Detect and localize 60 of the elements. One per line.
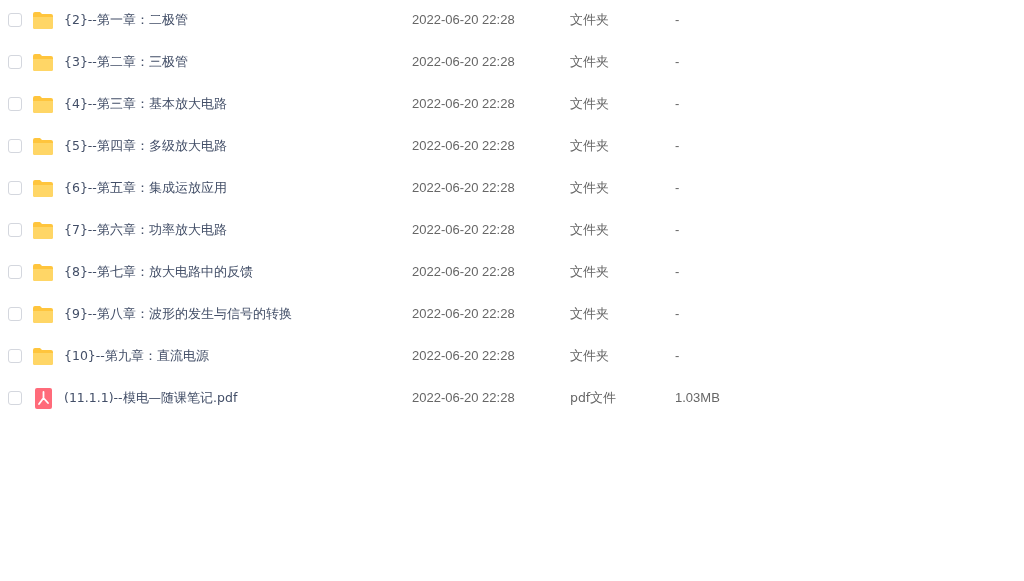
file-type: pdf文件 (570, 388, 618, 407)
file-size: 1.03MB (675, 389, 720, 408)
modified-date: 2022-06-20 22:28 (412, 221, 516, 240)
file-name[interactable]: {6}--第五章：集成运放应用 (64, 178, 412, 198)
file-size: - (675, 53, 680, 72)
modified-date: 2022-06-20 22:28 (412, 263, 516, 282)
checkbox[interactable] (8, 181, 22, 195)
checkbox[interactable] (8, 55, 22, 69)
file-name[interactable]: {10}--第九章：直流电源 (64, 346, 412, 366)
folder-icon (32, 346, 54, 366)
file-size: - (675, 221, 680, 240)
file-type: 文件夹 (570, 52, 610, 71)
checkbox[interactable] (8, 349, 22, 363)
checkbox[interactable] (8, 97, 22, 111)
folder-icon (32, 52, 54, 72)
pdf-file-icon (34, 387, 52, 409)
file-size: - (675, 179, 680, 198)
modified-date: 2022-06-20 22:28 (412, 179, 516, 198)
folder-icon (32, 10, 54, 30)
file-size: - (675, 95, 680, 114)
modified-date: 2022-06-20 22:28 (412, 347, 516, 366)
folder-icon (32, 178, 54, 198)
modified-date: 2022-06-20 22:28 (412, 305, 516, 324)
checkbox[interactable] (8, 265, 22, 279)
file-name[interactable]: {5}--第四章：多级放大电路 (64, 136, 412, 156)
file-size: - (675, 263, 680, 282)
file-type: 文件夹 (570, 10, 610, 29)
folder-icon (32, 136, 54, 156)
modified-date: 2022-06-20 22:28 (412, 11, 516, 30)
checkbox[interactable] (8, 13, 22, 27)
folder-icon (32, 94, 54, 114)
file-type: 文件夹 (570, 178, 610, 197)
file-size: - (675, 11, 680, 30)
file-type: 文件夹 (570, 304, 610, 323)
checkbox[interactable] (8, 139, 22, 153)
file-name[interactable]: {2}--第一章：二极管 (64, 10, 412, 30)
checkbox[interactable] (8, 307, 22, 321)
checkbox[interactable] (8, 391, 22, 405)
file-type: 文件夹 (570, 262, 610, 281)
modified-date: 2022-06-20 22:28 (412, 53, 516, 72)
file-type: 文件夹 (570, 136, 610, 155)
folder-icon (32, 304, 54, 324)
file-type: 文件夹 (570, 220, 610, 239)
file-type: 文件夹 (570, 346, 610, 365)
checkbox[interactable] (8, 223, 22, 237)
file-name[interactable]: {8}--第七章：放大电路中的反馈 (64, 262, 412, 282)
modified-date: 2022-06-20 22:28 (412, 137, 516, 156)
file-name[interactable]: {9}--第八章：波形的发生与信号的转换 (64, 304, 412, 324)
modified-date: 2022-06-20 22:28 (412, 95, 516, 114)
file-type: 文件夹 (570, 94, 610, 113)
file-size: - (675, 137, 680, 156)
folder-icon (32, 262, 54, 282)
folder-icon (32, 220, 54, 240)
modified-date: 2022-06-20 22:28 (412, 389, 516, 408)
file-name[interactable]: {3}--第二章：三极管 (64, 52, 412, 72)
file-size: - (675, 305, 680, 324)
file-size: - (675, 347, 680, 366)
file-name[interactable]: {7}--第六章：功率放大电路 (64, 220, 412, 240)
file-name[interactable]: {4}--第三章：基本放大电路 (64, 94, 412, 114)
file-name[interactable]: (11.1.1)--模电—随课笔记.pdf (64, 388, 412, 408)
